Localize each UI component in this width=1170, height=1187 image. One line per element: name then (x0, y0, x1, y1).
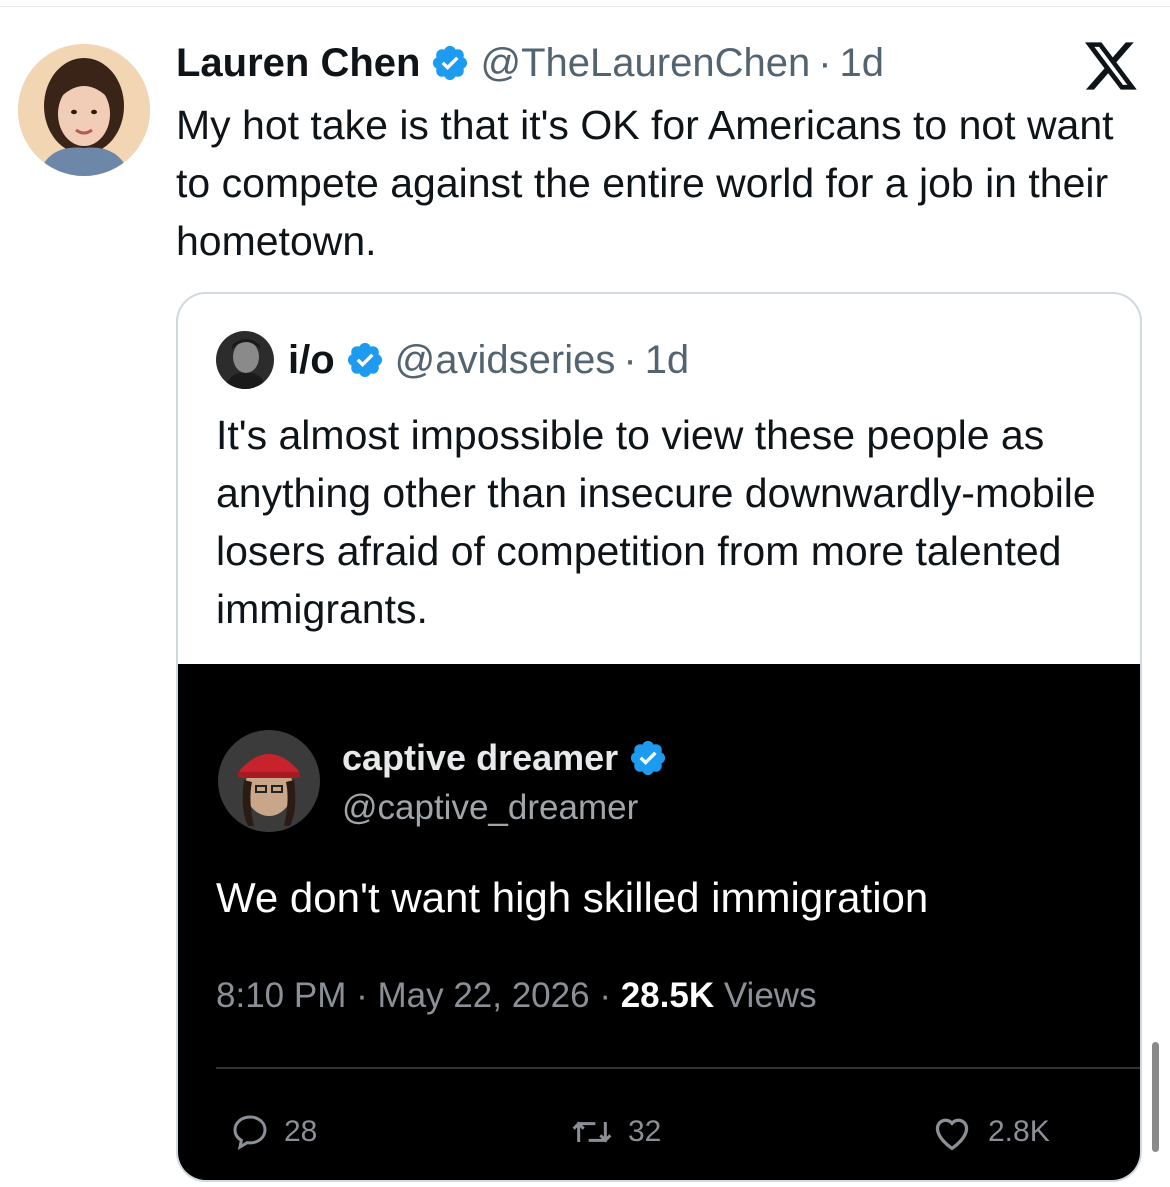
separator-dot: · (599, 976, 621, 1015)
quoted-tweet-header: i/o @avidseries · 1d (216, 331, 690, 389)
verified-badge-icon (430, 43, 470, 83)
embedded-date: May 22, 2026 (377, 976, 590, 1015)
author-name[interactable]: Lauren Chen (176, 41, 420, 86)
embedded-author-name-row: captive dreamer (342, 736, 668, 780)
separator-dot: · (623, 337, 637, 382)
embedded-views-count: 28.5K (620, 976, 715, 1015)
embedded-tweet-text: We don't want high skilled immigration (216, 874, 929, 921)
embedded-time: 8:10 PM (216, 976, 347, 1015)
x-logo-icon (1082, 40, 1140, 92)
quoted-tweet-card[interactable]: i/o @avidseries · 1d It's almost impossi… (176, 292, 1142, 1182)
quoted-author-handle[interactable]: @avidseries (395, 338, 616, 383)
embedded-author-name: captive dreamer (342, 737, 619, 778)
embedded-repost-count: 32 (628, 1115, 662, 1148)
embedded-reply-count: 28 (284, 1115, 318, 1148)
embedded-like-action: 2.8K (930, 1112, 1050, 1152)
quoted-tweet-media[interactable]: captive dreamer @captive_dreamer We don'… (178, 664, 1140, 1180)
scrollbar[interactable] (1152, 1042, 1159, 1152)
author-avatar[interactable] (18, 44, 150, 176)
tweet-text: My hot take is that it's OK for American… (176, 102, 1114, 264)
reply-icon (233, 1115, 267, 1151)
quoted-tweet-time[interactable]: 1d (645, 338, 690, 383)
embedded-like-count: 2.8K (988, 1115, 1050, 1148)
top-divider (0, 6, 1170, 7)
embedded-repost-action: 32 (570, 1112, 661, 1152)
embedded-author-avatar (218, 730, 320, 832)
tweet-time[interactable]: 1d (840, 41, 885, 86)
embedded-tweet-meta: 8:10 PM · May 22, 2026 · 28.5K Views (216, 976, 817, 1016)
embedded-reply-action: 28 (230, 1112, 317, 1152)
repost-icon (572, 1121, 612, 1143)
verified-badge-icon (345, 340, 385, 380)
quoted-author-name[interactable]: i/o (288, 338, 335, 383)
embedded-divider (216, 1067, 1140, 1069)
tweet-header: Lauren Chen @TheLaurenChen · 1d (176, 38, 884, 88)
separator-dot: · (818, 40, 832, 85)
like-icon (935, 1118, 969, 1151)
separator-dot: · (356, 976, 378, 1015)
quoted-tweet-text: It's almost impossible to view these peo… (216, 412, 1096, 632)
verified-badge-icon (628, 738, 668, 778)
embedded-views-label: Views (723, 976, 817, 1015)
quoted-author-avatar[interactable] (216, 331, 274, 389)
embedded-author-handle: @captive_dreamer (342, 788, 639, 827)
author-handle[interactable]: @TheLaurenChen (480, 41, 810, 86)
